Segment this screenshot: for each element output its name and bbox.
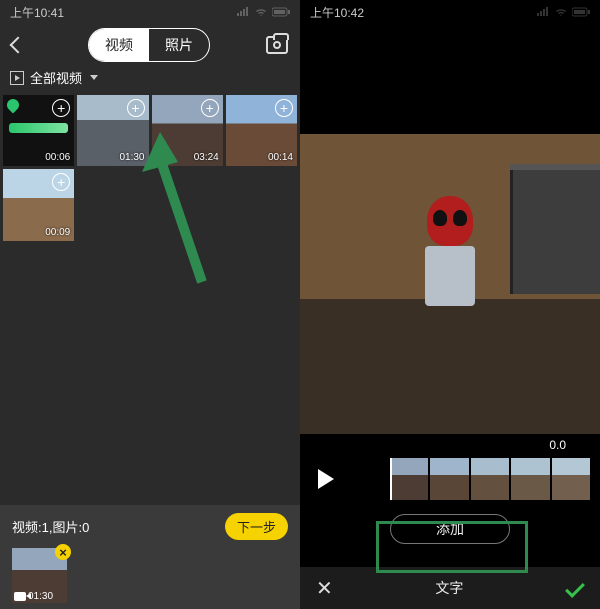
thumb-duration: 00:09 xyxy=(45,227,70,238)
add-circle-icon[interactable]: + xyxy=(201,99,219,117)
timeline-frame xyxy=(552,458,590,500)
timeline xyxy=(300,452,600,504)
screen-text-editor: 上午10:42 0.0 添加 ✕ 文字 xyxy=(300,0,600,609)
tab-video[interactable]: 视频 xyxy=(89,29,149,61)
add-text-button[interactable]: 添加 xyxy=(390,514,510,544)
close-icon[interactable]: ✕ xyxy=(316,576,333,601)
status-icons xyxy=(536,7,590,17)
thumb-duration: 03:24 xyxy=(194,152,219,163)
back-icon[interactable] xyxy=(10,37,27,54)
status-bar: 上午10:41 xyxy=(0,0,300,24)
status-time: 上午10:41 xyxy=(10,4,64,21)
timeline-frame xyxy=(390,458,428,500)
video-thumb[interactable]: + 00:14 xyxy=(226,95,297,166)
selection-summary: 视频:1,图片:0 xyxy=(12,517,89,536)
selected-duration: 01:30 xyxy=(28,591,53,602)
video-thumb[interactable]: + 00:06 xyxy=(3,95,74,166)
next-button[interactable]: 下一步 xyxy=(225,513,288,540)
editor-bottom-bar: ✕ 文字 xyxy=(300,567,600,609)
video-grid: + 00:06 + 01:30 + 03:24 + 00:14 xyxy=(0,95,300,166)
video-thumb[interactable]: + 00:09 xyxy=(3,169,74,240)
video-thumb[interactable]: + 03:24 xyxy=(152,95,223,166)
status-bar: 上午10:42 xyxy=(300,0,600,24)
timeline-strip[interactable] xyxy=(356,458,590,500)
confirm-icon[interactable] xyxy=(565,578,585,598)
timeline-frame xyxy=(430,458,468,500)
cursor-time: 0.0 xyxy=(300,434,600,452)
picker-header: 视频 照片 xyxy=(0,24,300,66)
thumb-duration: 01:30 xyxy=(119,152,144,163)
screen-media-picker: 上午10:41 视频 照片 全部视频 + 00:06 + 01:30 xyxy=(0,0,300,609)
chevron-down-icon xyxy=(90,75,98,80)
folder-label: 全部视频 xyxy=(30,68,82,87)
video-thumb[interactable]: + 01:30 xyxy=(77,95,148,166)
video-grid-row2: + 00:09 xyxy=(0,166,300,243)
timeline-frame xyxy=(511,458,549,500)
status-icons xyxy=(236,7,290,17)
remove-icon[interactable]: × xyxy=(55,544,71,560)
preview-figure xyxy=(410,196,490,346)
play-icon xyxy=(318,469,334,489)
thumb-duration: 00:06 xyxy=(45,152,70,163)
tab-photo[interactable]: 照片 xyxy=(149,29,209,61)
video-preview[interactable] xyxy=(300,134,600,434)
camera-icon[interactable] xyxy=(266,36,288,54)
add-circle-icon[interactable]: + xyxy=(127,99,145,117)
media-type-segment: 视频 照片 xyxy=(88,28,210,62)
video-folder-icon xyxy=(10,71,24,85)
play-button[interactable] xyxy=(310,469,342,489)
selection-tray: 视频:1,图片:0 下一步 × 01:30 xyxy=(0,505,300,609)
status-time: 上午10:42 xyxy=(310,4,364,21)
selected-thumb[interactable]: × 01:30 xyxy=(12,548,67,603)
add-circle-icon[interactable]: + xyxy=(275,99,293,117)
video-camera-icon xyxy=(14,592,26,601)
timeline-frame xyxy=(471,458,509,500)
editor-mode-label: 文字 xyxy=(435,578,463,598)
thumb-duration: 00:14 xyxy=(268,152,293,163)
folder-selector[interactable]: 全部视频 xyxy=(0,66,300,95)
